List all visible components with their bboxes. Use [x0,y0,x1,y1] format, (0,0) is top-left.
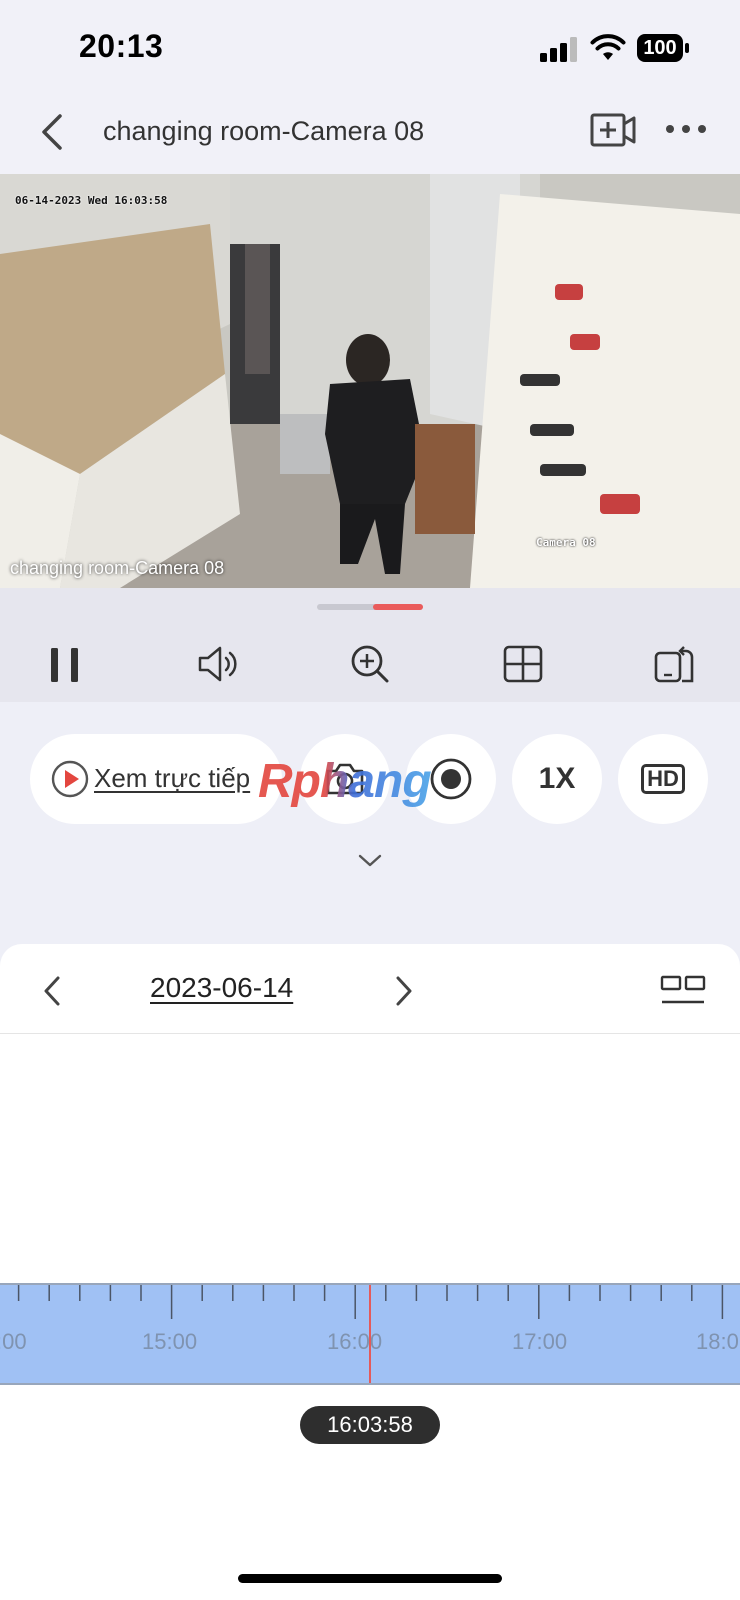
page-title: changing room-Camera 08 [103,116,425,146]
chevron-down-icon[interactable] [356,850,384,870]
grid-layout-button[interactable] [499,640,547,688]
video-osd-timestamp: 06-14-2023 Wed 16:03:58 [15,194,168,207]
play-circle-icon [51,760,89,798]
timeline-label: 17:00 [512,1329,568,1354]
battery-level: 100 [643,37,677,59]
timeline-label: 18:0 [696,1329,739,1354]
timeline-view-icon[interactable] [660,974,706,1006]
rotate-screen-icon [654,646,694,683]
speed-button[interactable]: 1X [512,734,602,824]
speed-label: 1X [538,762,576,795]
selected-date[interactable]: 2023-06-14 [150,972,293,1004]
rotate-screen-button[interactable] [651,640,699,688]
pause-icon [51,648,78,682]
home-indicator [238,1574,502,1583]
timeline-label: 16:00 [327,1329,383,1354]
camera-video-feed[interactable]: 06-14-2023 Wed 16:03:58 Camera 08 changi… [0,174,740,588]
chevron-right-icon[interactable] [390,972,418,1010]
grid-layout-icon [503,645,543,683]
more-options-icon[interactable] [664,118,708,140]
watermark-logo: Rphang [258,755,432,808]
wifi-icon [590,34,626,60]
timeline-label: :00 [0,1329,27,1354]
quality-button[interactable]: HD [618,734,708,824]
timeline-panel: 2023-06-14 :00 15:00 16:00 17:00 18:0 16… [0,944,740,1600]
date-selector: 2023-06-14 [0,944,740,1034]
zoom-in-button[interactable] [346,640,394,688]
live-view-button[interactable]: Xem trực tiếp [30,734,282,824]
volume-icon [198,646,237,682]
battery-icon: 100 [636,33,690,63]
nav-header: changing room-Camera 08 [0,96,740,174]
video-frame-image [0,174,740,588]
playback-controls: Xem trực tiếp 1X HD Rphang [0,702,740,944]
video-osd-camera: Camera 08 [536,536,596,549]
chevron-left-icon[interactable] [38,972,66,1010]
add-camera-icon[interactable] [590,112,636,148]
playback-toolbar [0,588,740,702]
record-icon [430,758,472,800]
quality-label: HD [641,764,685,794]
timeline-label: 15:00 [142,1329,198,1354]
drag-handle-indicator [373,604,423,610]
live-view-label: Xem trực tiếp [94,763,251,793]
status-time: 20:13 [79,28,164,64]
back-icon[interactable] [36,110,72,154]
video-caption: changing room-Camera 08 [10,558,225,578]
zoom-in-icon [351,645,389,683]
timeline-bar[interactable]: :00 15:00 16:00 17:00 18:0 [0,1283,740,1385]
pause-button[interactable] [41,640,89,688]
status-bar: 20:13 100 [0,0,740,96]
current-time-badge: 16:03:58 [300,1406,440,1444]
cellular-signal-icon [540,36,580,62]
volume-button[interactable] [194,640,242,688]
timeline-cursor [369,1285,371,1383]
